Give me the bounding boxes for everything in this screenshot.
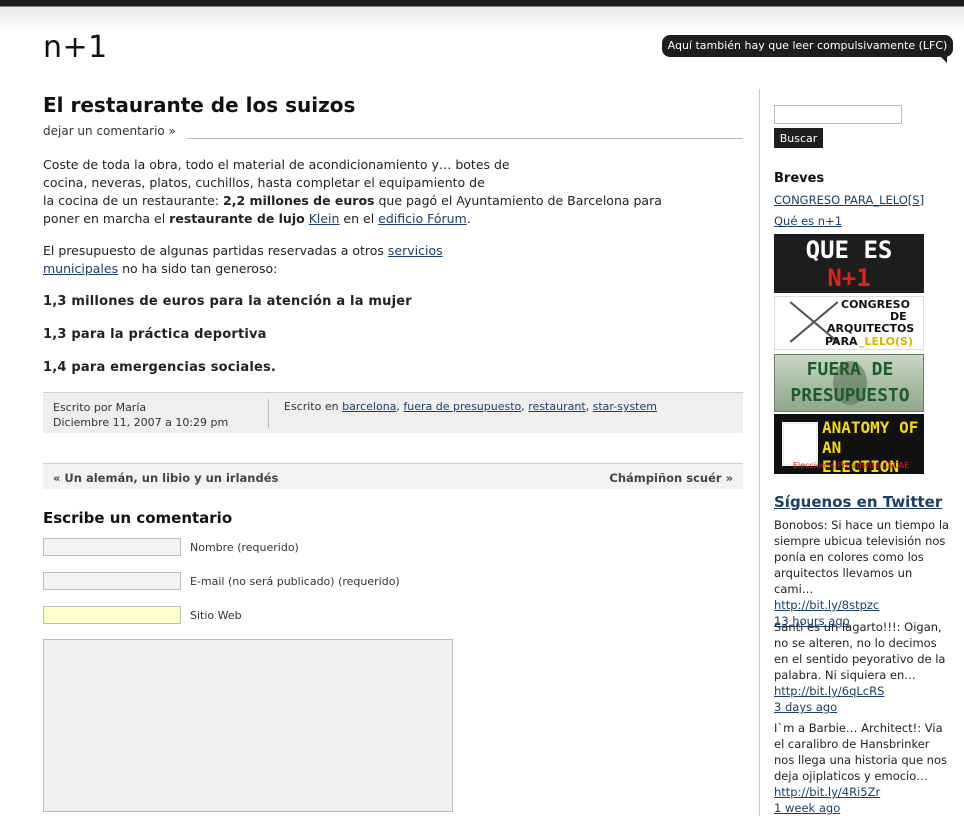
- leave-comment-link[interactable]: dejar un comentario »: [43, 124, 176, 138]
- post-author: Escrito por María: [53, 401, 147, 414]
- paragraph-2: El presupuesto de algunas partidas reser…: [43, 243, 443, 276]
- tweet-link[interactable]: http://bit.ly/4Ri5Zr: [774, 784, 952, 800]
- post-title: El restaurante de los suizos: [43, 93, 356, 117]
- category-link[interactable]: fuera de presupuesto: [403, 400, 521, 413]
- post-date: Diciembre 11, 2007 a 10:29 pm: [53, 416, 229, 429]
- site-logo[interactable]: n+1: [43, 30, 108, 65]
- post-meta: Escrito por María Diciembre 11, 2007 a 1…: [43, 392, 743, 433]
- post-author-date: Escrito por María Diciembre 11, 2007 a 1…: [53, 400, 228, 430]
- banner-fuera-de-presupuesto[interactable]: FUERA DE PRESUPUESTO: [774, 354, 924, 412]
- figure-line-3: 1,4 para emergencias sociales.: [43, 360, 277, 375]
- search-button[interactable]: Buscar: [774, 128, 823, 148]
- breves-heading: Breves: [774, 171, 825, 186]
- email-label: E-mail (no será publicado) (requerido): [190, 575, 400, 588]
- figure-line-1: 1,3 millones de euros para la atención a…: [43, 294, 412, 309]
- klein-link[interactable]: Klein: [309, 211, 340, 226]
- site-tagline: Aquí también hay que leer compulsivament…: [662, 35, 953, 63]
- divider: [187, 138, 743, 139]
- tweet-link[interactable]: http://bit.ly/8stpzc: [774, 597, 952, 613]
- comment-textarea[interactable]: [43, 639, 453, 812]
- previous-post-link[interactable]: « Un alemán, un libio y un irlandés: [53, 471, 278, 485]
- tweet-time[interactable]: 3 days ago: [774, 699, 952, 715]
- email-field[interactable]: [43, 572, 181, 590]
- category-link[interactable]: star-system: [593, 400, 657, 413]
- ballot-box-icon: [782, 422, 818, 466]
- paragraph-1: Coste de toda la obra, todo el material …: [43, 157, 662, 226]
- figure-line-2: 1,3 para la práctica deportiva: [43, 327, 267, 342]
- tweet-time[interactable]: 1 week ago: [774, 800, 952, 816]
- name-field[interactable]: [43, 538, 181, 556]
- banner-congreso[interactable]: CONGRESO DE ARQUITECTOS PARA _LELO(S): [774, 296, 924, 350]
- website-field[interactable]: [43, 606, 181, 624]
- banner-anatomy-of-an-election[interactable]: ANATOMY OF AN ELECTION Elecciones Presid…: [774, 414, 924, 474]
- post-categories: Escrito en barcelona, fuera de presupues…: [284, 400, 657, 413]
- meta-separator: [268, 399, 269, 428]
- tweet-link[interactable]: http://bit.ly/6qLcRS: [774, 683, 952, 699]
- twitter-heading-link[interactable]: Síguenos en Twitter: [774, 493, 942, 511]
- top-bar: [0, 0, 964, 34]
- search-input[interactable]: [774, 105, 902, 124]
- que-es-link[interactable]: Qué es n+1: [774, 214, 842, 228]
- tweet: Bonobos: Si hace un tiempo la siempre ub…: [774, 517, 952, 629]
- tweet: I`m a Barbie… Architect!: Via el caralib…: [774, 720, 952, 816]
- post-navigation: « Un alemán, un libio y un irlandés Chám…: [43, 463, 743, 489]
- comment-form-title: Escribe un comentario: [43, 509, 233, 527]
- category-link[interactable]: barcelona: [342, 400, 396, 413]
- sidebar-divider: [759, 89, 760, 816]
- comment-line: dejar un comentario »: [43, 124, 743, 140]
- name-label: Nombre (requerido): [190, 541, 299, 554]
- next-post-link[interactable]: Chámpiñon scuér »: [609, 471, 733, 485]
- website-label: Sitio Web: [190, 609, 242, 622]
- congreso-link[interactable]: CONGRESO PARA_LELO[S]: [774, 193, 924, 207]
- category-link[interactable]: restaurant: [528, 400, 585, 413]
- tweet: Santi es un lagarto!!!: Oigan, no se alt…: [774, 619, 952, 715]
- banner-que-es[interactable]: QUE ES N+1: [774, 234, 924, 293]
- forum-link[interactable]: edificio Fórum: [378, 211, 467, 226]
